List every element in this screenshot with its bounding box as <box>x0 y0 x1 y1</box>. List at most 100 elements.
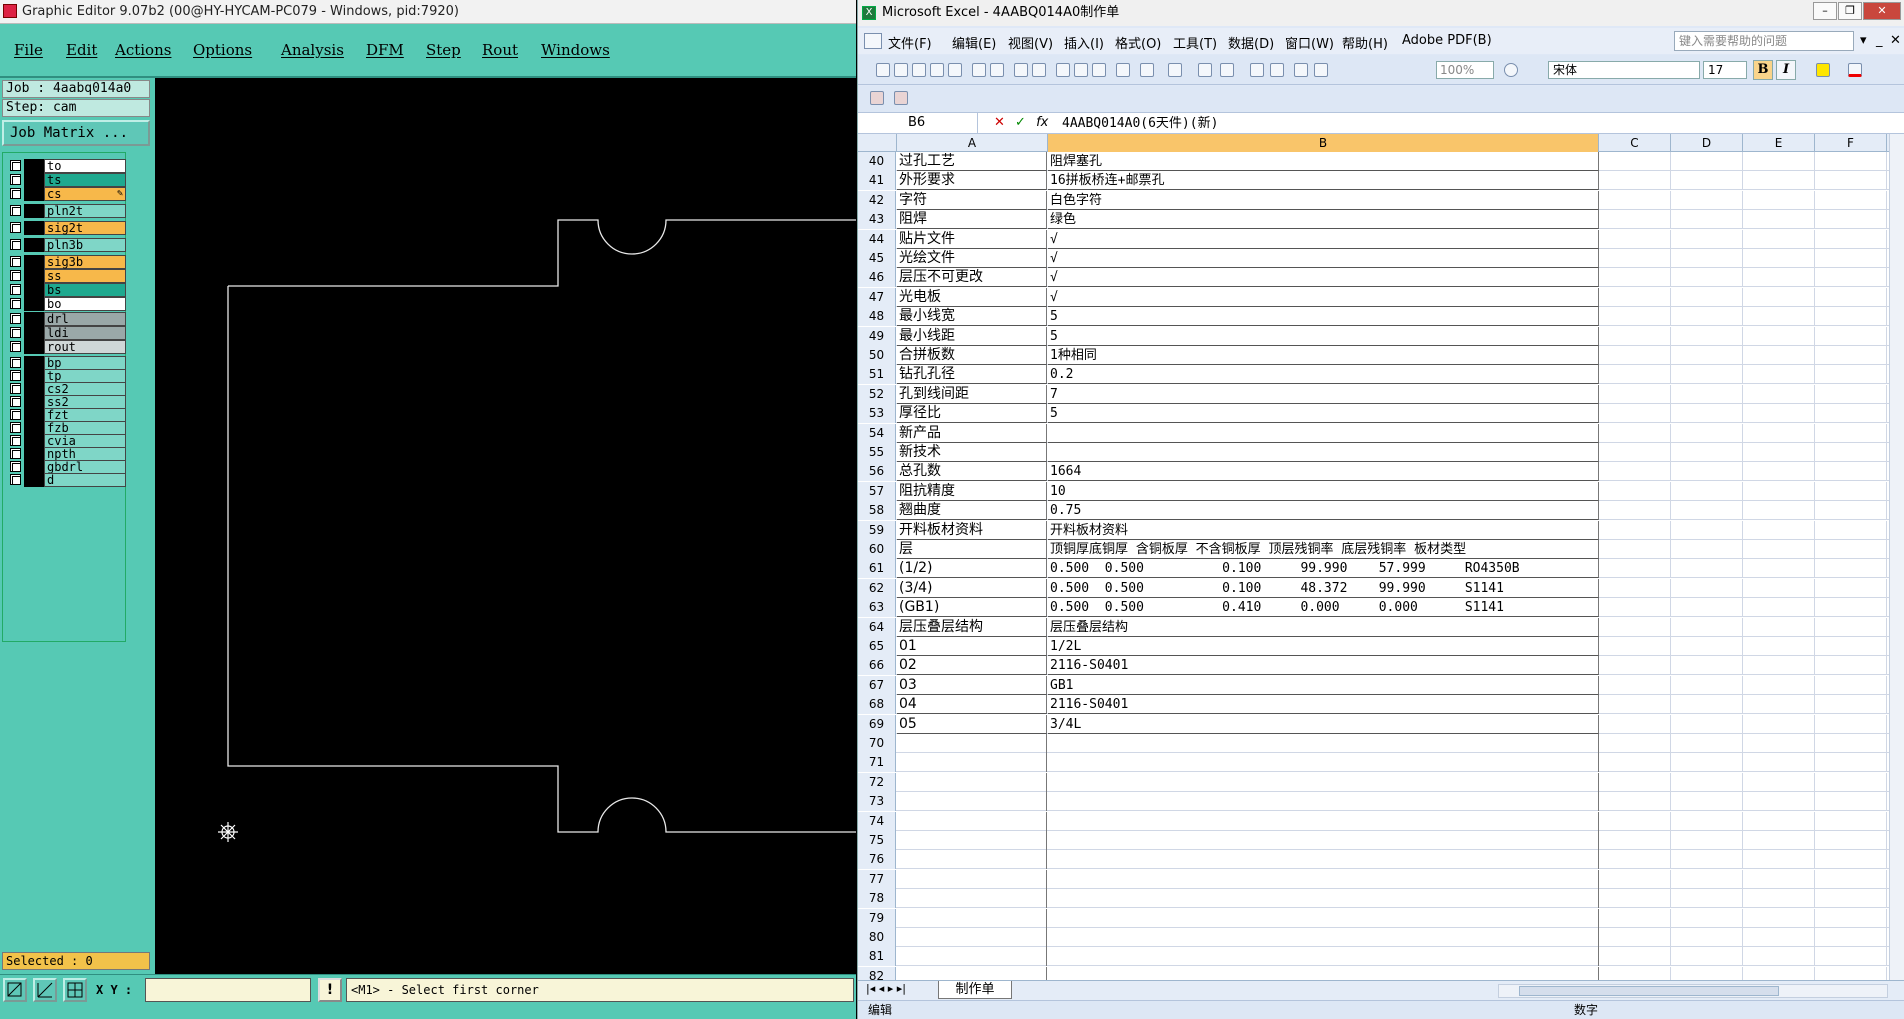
tab-scroll-arrows-icon[interactable]: |◂ ◂ ▸ ▸| <box>866 982 906 995</box>
cell-f[interactable] <box>1815 384 1887 404</box>
sort-descending-icon[interactable] <box>1270 63 1284 77</box>
cell-d[interactable] <box>1671 695 1743 715</box>
cell-f[interactable] <box>1815 404 1887 424</box>
cell-c[interactable] <box>1599 908 1671 928</box>
cell-f[interactable] <box>1815 520 1887 540</box>
cancel-icon[interactable]: ✕ <box>994 115 1005 130</box>
cell-a[interactable] <box>897 947 1047 967</box>
cell-c[interactable] <box>1599 966 1671 980</box>
cell-b[interactable]: 0.75 <box>1048 501 1599 521</box>
cell-e[interactable] <box>1743 947 1815 967</box>
row-number[interactable]: 73 <box>858 792 896 812</box>
cell-d[interactable] <box>1671 714 1743 734</box>
layer-checkbox[interactable] <box>10 298 21 309</box>
layer-checkbox[interactable] <box>10 341 21 352</box>
name-box[interactable]: B6 <box>858 113 978 134</box>
cell-a[interactable] <box>897 889 1047 909</box>
cell-d[interactable] <box>1671 889 1743 909</box>
cell-a[interactable] <box>897 734 1047 753</box>
layer-checkbox[interactable] <box>10 461 21 472</box>
menu-view-cn[interactable]: 视图(V) <box>1008 33 1053 52</box>
cell-b[interactable]: GB1 <box>1048 675 1599 695</box>
cell-d[interactable] <box>1671 928 1743 947</box>
function-icon[interactable]: fx <box>1036 115 1048 130</box>
cell-e[interactable] <box>1743 384 1815 404</box>
cell-f[interactable] <box>1815 481 1887 501</box>
layer-name[interactable]: rout <box>44 340 126 354</box>
cell-f[interactable] <box>1815 559 1887 579</box>
minimize-icon[interactable]: – <box>1813 2 1837 20</box>
layer-row-bs[interactable]: bs <box>7 283 126 297</box>
cell-c[interactable] <box>1599 947 1671 967</box>
cell-c[interactable] <box>1599 384 1671 404</box>
cell-f[interactable] <box>1815 772 1887 792</box>
cell-c[interactable] <box>1599 190 1671 210</box>
cell-d[interactable] <box>1671 656 1743 676</box>
warning-button[interactable]: ! <box>318 978 342 1002</box>
layer-checkbox[interactable] <box>10 239 21 250</box>
row-number[interactable]: 77 <box>858 869 896 889</box>
cell-f[interactable] <box>1815 695 1887 715</box>
menu-file-cn[interactable]: 文件(F) <box>888 33 932 52</box>
layer-row-sig2t[interactable]: sig2t <box>7 221 126 235</box>
cell-f[interactable] <box>1815 346 1887 365</box>
cell-a[interactable] <box>897 753 1047 773</box>
cell-c[interactable] <box>1599 598 1671 618</box>
cell-e[interactable] <box>1743 889 1815 909</box>
cell-a[interactable]: 层 <box>897 540 1047 559</box>
cell-e[interactable] <box>1743 559 1815 579</box>
menu-edit-cn[interactable]: 编辑(E) <box>952 33 996 52</box>
cell-e[interactable] <box>1743 617 1815 637</box>
row-number[interactable]: 63 <box>858 598 896 618</box>
row-number[interactable]: 46 <box>858 268 896 288</box>
cell-a[interactable]: 开料板材资料 <box>897 520 1047 540</box>
row-number[interactable]: 51 <box>858 365 896 385</box>
cell-f[interactable] <box>1815 656 1887 676</box>
menu-window-cn[interactable]: 窗口(W) <box>1285 33 1334 52</box>
font-color-icon[interactable] <box>1848 63 1862 77</box>
menu-analysis[interactable]: Analysis <box>281 41 344 59</box>
cell-d[interactable] <box>1671 326 1743 346</box>
cell-b[interactable] <box>1048 734 1599 753</box>
row-number[interactable]: 44 <box>858 229 896 249</box>
layer-name[interactable]: cs2 <box>44 382 126 396</box>
cell-e[interactable] <box>1743 734 1815 753</box>
layer-row-bo[interactable]: bo <box>7 297 126 311</box>
row-number[interactable]: 58 <box>858 501 896 521</box>
open-icon[interactable] <box>894 63 908 77</box>
row-number[interactable]: 66 <box>858 656 896 676</box>
vertical-scrollbar[interactable] <box>1889 134 1904 980</box>
cell-c[interactable] <box>1599 637 1671 656</box>
row-number[interactable]: 74 <box>858 811 896 831</box>
column-header-e[interactable]: E <box>1743 134 1815 152</box>
grid-icon[interactable] <box>63 978 87 1002</box>
cell-b[interactable]: 2116-S0401 <box>1048 656 1599 676</box>
new-icon[interactable] <box>876 63 890 77</box>
layer-name[interactable]: cvia <box>44 434 126 448</box>
row-number[interactable]: 82 <box>858 966 896 980</box>
cell-d[interactable] <box>1671 753 1743 773</box>
cell-d[interactable] <box>1671 423 1743 443</box>
cell-d[interactable] <box>1671 190 1743 210</box>
row-number[interactable]: 57 <box>858 481 896 501</box>
cell-b[interactable]: 开料板材资料 <box>1048 520 1599 540</box>
column-header-f[interactable]: F <box>1815 134 1887 152</box>
layer-name[interactable]: fzb <box>44 421 126 435</box>
cell-d[interactable] <box>1671 908 1743 928</box>
layer-checkbox[interactable] <box>10 409 21 420</box>
cell-b[interactable]: 1/2L <box>1048 637 1599 656</box>
cell-d[interactable] <box>1671 966 1743 980</box>
cell-b[interactable]: 10 <box>1048 481 1599 501</box>
copy-icon[interactable] <box>1074 63 1088 77</box>
layer-name[interactable]: bp <box>44 356 126 370</box>
email-icon[interactable] <box>948 63 962 77</box>
cell-b[interactable]: √ <box>1048 287 1599 307</box>
cell-a[interactable]: 阻焊 <box>897 210 1047 230</box>
layer-name[interactable]: sig3b <box>44 255 126 269</box>
cell-a[interactable] <box>897 831 1047 850</box>
cell-a[interactable] <box>897 772 1047 792</box>
cell-c[interactable] <box>1599 811 1671 831</box>
row-number[interactable]: 64 <box>858 617 896 637</box>
cell-a[interactable] <box>897 792 1047 812</box>
permission-icon[interactable] <box>930 63 944 77</box>
